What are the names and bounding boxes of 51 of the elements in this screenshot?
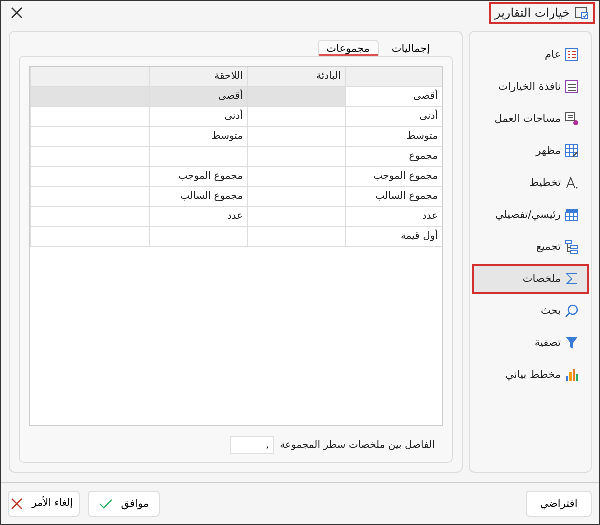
table-cell: أدنى <box>345 107 442 127</box>
separator-field[interactable]: , <box>230 436 274 454</box>
sidebar-item[interactable]: رئيسي/تفصيلي <box>472 200 589 230</box>
check-icon <box>99 496 113 510</box>
field-label: الفاصل بين ملخصات سطر المجموعة <box>280 440 435 450</box>
sidebar-item[interactable]: نافذة الخيارات <box>472 72 589 102</box>
font-icon <box>565 176 579 190</box>
sigma-icon <box>565 272 579 286</box>
default-button[interactable]: افتراضي <box>526 490 592 516</box>
column-header: البادئة <box>247 67 345 87</box>
column-header: اللاحقة <box>149 67 247 87</box>
window-icon <box>565 80 579 94</box>
search-icon <box>565 304 579 318</box>
filter-icon <box>565 336 579 350</box>
table-cell: أول قيمة <box>345 227 442 247</box>
table-cell: أدنى <box>149 107 247 127</box>
sidebar-item[interactable]: مخطط بياني <box>472 360 589 390</box>
table-cell: متوسط <box>345 127 442 147</box>
tab[interactable]: مجموعات <box>318 40 379 56</box>
sidebar-item[interactable]: ملخصات <box>472 264 589 294</box>
table-cell: مجموع السالب <box>345 187 442 207</box>
window-title: خيارات التقارير <box>488 2 595 24</box>
table-cell: متوسط <box>149 127 247 147</box>
tab[interactable]: إجماليات <box>382 40 439 56</box>
table-cell: مجموع الموجب <box>149 167 247 187</box>
table-cell: مجموع الموجب <box>345 167 442 187</box>
sidebar-item[interactable]: مساحات العمل <box>472 104 589 134</box>
sidebar-item[interactable]: تخطيط <box>472 168 589 198</box>
close-button[interactable] <box>9 5 25 21</box>
sidebar-item[interactable]: تجميع <box>472 232 589 262</box>
ok-button[interactable]: موافق <box>88 490 160 516</box>
table-cell: عدد <box>149 207 247 227</box>
cancel-button[interactable]: إلغاء الأمر <box>8 490 80 516</box>
table-icon <box>565 208 579 222</box>
bar-chart-icon <box>565 368 579 382</box>
table-edit-icon <box>565 144 579 158</box>
sidebar-item[interactable]: تصفية <box>472 328 589 358</box>
sidebar-item[interactable]: مظهر <box>472 136 589 166</box>
sidebar-item[interactable]: عام <box>472 40 589 70</box>
workspace-icon <box>565 112 579 126</box>
window-icon <box>575 6 589 20</box>
table-cell: مجموع السالب <box>149 187 247 207</box>
close-icon <box>10 496 24 510</box>
table-cell: مجموع <box>345 147 442 167</box>
table-cell: أقصى <box>345 87 442 107</box>
hierarchy-icon <box>565 240 579 254</box>
list-icon <box>565 48 579 62</box>
table-cell: أقصى <box>149 87 247 107</box>
sidebar-item[interactable]: بحث <box>472 296 589 326</box>
close-icon <box>11 7 23 19</box>
table-cell: عدد <box>345 207 442 227</box>
